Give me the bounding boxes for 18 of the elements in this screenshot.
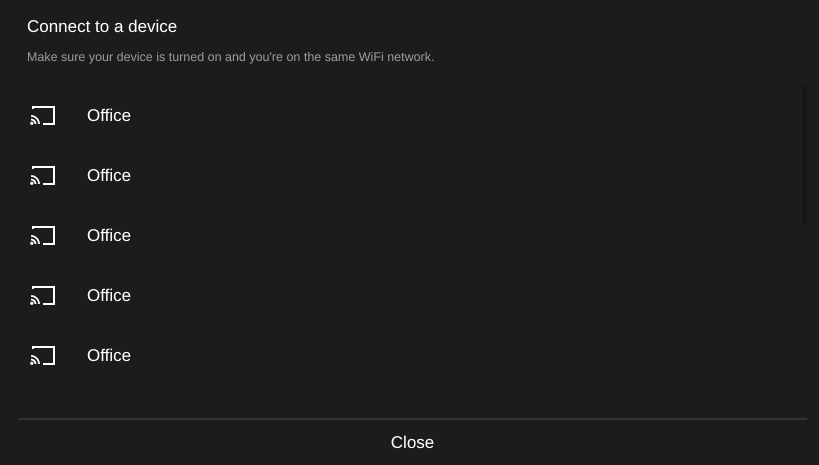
device-item[interactable]: Office <box>0 206 819 266</box>
device-name: Office <box>87 286 132 306</box>
cast-icon <box>30 226 56 246</box>
close-button[interactable]: Close <box>370 420 454 465</box>
device-item[interactable]: Office <box>0 326 819 386</box>
cast-icon <box>30 166 56 186</box>
device-name: Office <box>87 346 132 366</box>
cast-icon <box>30 346 56 366</box>
device-item[interactable]: Office <box>0 86 819 146</box>
dialog-title: Connect to a device <box>27 17 178 37</box>
dialog-subtitle: Make sure your device is turned on and you're on the same WiFi network. <box>27 49 436 65</box>
device-name: Office <box>87 166 132 186</box>
cast-icon <box>30 106 56 126</box>
cast-icon <box>30 286 56 306</box>
device-item[interactable]: Office <box>0 266 819 326</box>
device-item[interactable]: Office <box>0 146 819 206</box>
device-name: Office <box>87 106 132 126</box>
device-name: Office <box>87 226 132 246</box>
